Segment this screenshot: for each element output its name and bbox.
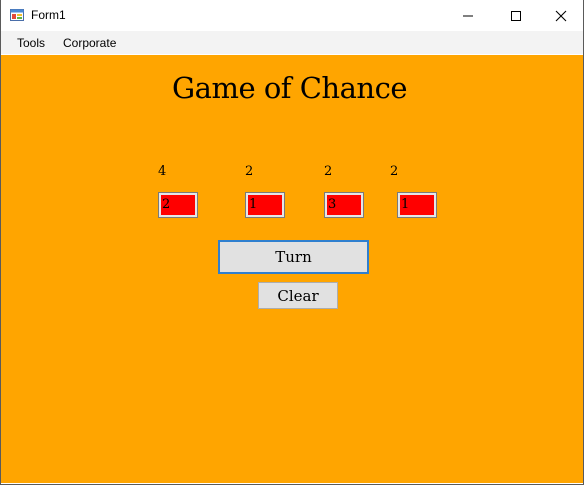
die-value-1[interactable]: 2 [158, 192, 198, 218]
page-title: Game of Chance [172, 71, 407, 105]
window-title: Form1 [31, 8, 66, 22]
die-value-2[interactable]: 1 [245, 192, 285, 218]
turn-button[interactable]: Turn [218, 240, 369, 274]
app-window: Form1 Tools Corporate Game of Chance 4 2… [0, 0, 584, 485]
menu-item-corporate[interactable]: Corporate [63, 36, 116, 50]
count-label-3: 2 [324, 164, 333, 179]
close-button[interactable] [538, 0, 584, 31]
maximize-button[interactable] [493, 0, 539, 31]
menu-item-tools[interactable]: Tools [17, 36, 45, 50]
close-icon [555, 10, 567, 21]
game-panel: Game of Chance 4 2 2 2 2 1 3 1 Turn Clea… [1, 55, 583, 483]
winforms-app-icon [10, 9, 24, 21]
count-label-2: 2 [245, 164, 254, 179]
die-value-3[interactable]: 3 [324, 192, 364, 218]
count-label-4: 2 [390, 164, 399, 179]
title-bar: Form1 [1, 0, 583, 31]
maximize-icon [511, 10, 521, 21]
menu-bar: Tools Corporate [1, 31, 583, 54]
minimize-icon [463, 15, 473, 16]
clear-button[interactable]: Clear [258, 282, 338, 309]
minimize-button[interactable] [445, 0, 491, 31]
die-value-4[interactable]: 1 [397, 192, 437, 218]
count-label-1: 4 [158, 164, 167, 179]
